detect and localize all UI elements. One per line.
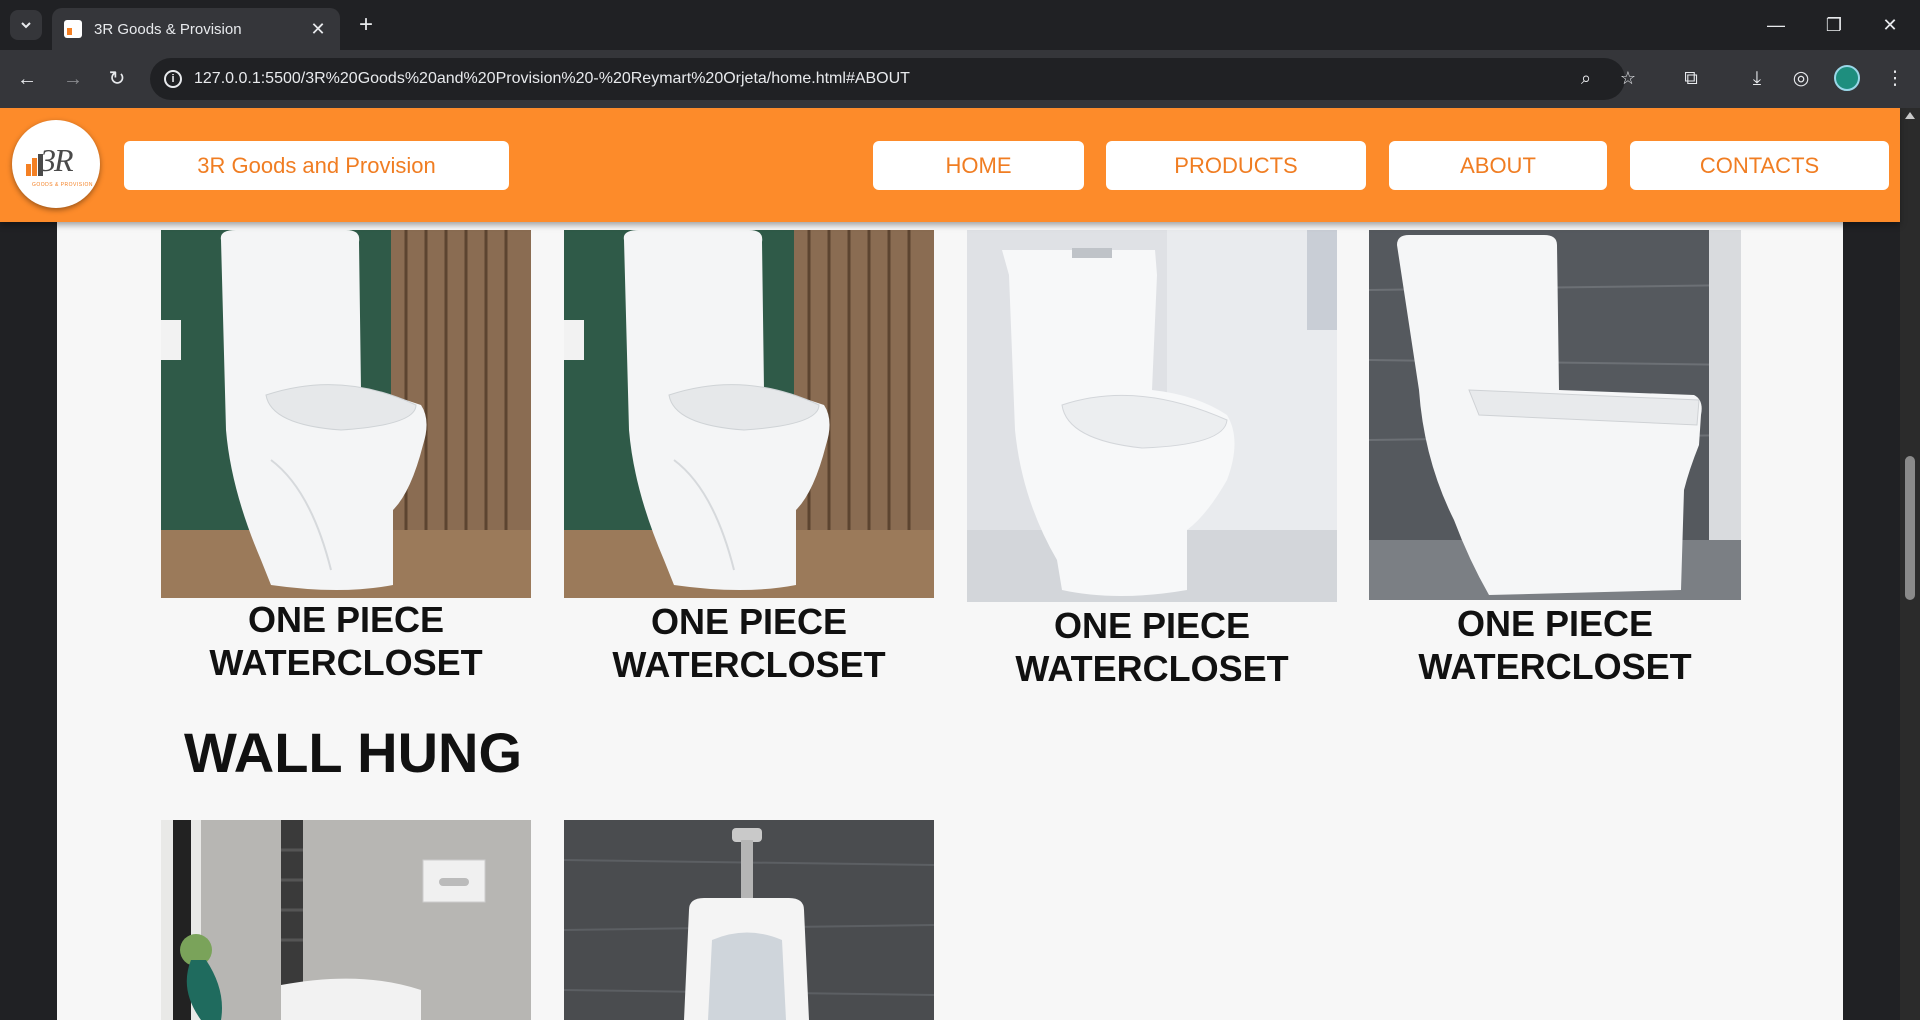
favicon-icon	[64, 20, 82, 38]
profile-avatar[interactable]	[1834, 65, 1860, 91]
tab-title: 3R Goods & Provision	[94, 20, 242, 38]
reload-icon[interactable]: ↻	[102, 64, 132, 94]
menu-icon[interactable]: ⋮	[1882, 66, 1908, 92]
product-caption: ONE PIECE WATERCLOSET	[967, 604, 1337, 690]
extensions-icon[interactable]: ⧉	[1678, 66, 1704, 92]
product-card[interactable]: ONE PIECE WATERCLOSET	[564, 230, 934, 685]
product-image	[161, 230, 531, 598]
product-image	[564, 230, 934, 598]
nav-contacts[interactable]: CONTACTS	[1630, 141, 1889, 190]
product-image	[967, 230, 1337, 602]
site-header: 3R GOODS & PROVISION 3R Goods and Provis…	[0, 108, 1900, 222]
product-image	[1369, 230, 1741, 600]
browser-tab[interactable]: 3R Goods & Provision ✕	[52, 8, 340, 50]
url-text[interactable]: 127.0.0.1:5500/3R%20Goods%20and%20Provis…	[194, 70, 910, 88]
nav-about[interactable]: ABOUT	[1389, 141, 1607, 190]
close-window-icon[interactable]: ✕	[1870, 10, 1910, 40]
logo-subtext: GOODS & PROVISION	[32, 182, 94, 188]
logo-text: 3R	[40, 142, 74, 178]
page-content: ONE PIECE WATERCLOSET ONE PIECE WATERCLO…	[0, 108, 1900, 1020]
product-image	[161, 820, 531, 1020]
scroll-up-arrow-icon[interactable]	[1905, 112, 1915, 119]
zoom-icon[interactable]: ⌕	[1574, 68, 1598, 90]
download-icon[interactable]: ⤓	[1744, 66, 1770, 92]
section-title: WALL HUNG	[184, 721, 523, 784]
caption-line: WATERCLOSET	[1015, 648, 1289, 689]
chevron-down-icon	[21, 22, 31, 29]
product-card[interactable]: ONE PIECE WATERCLOSET	[161, 230, 531, 683]
tab-search-button[interactable]	[10, 10, 42, 40]
browser-titlebar: 3R Goods & Provision ✕ + — ❐ ✕	[0, 0, 1920, 50]
site-info-icon[interactable]: i	[164, 70, 182, 88]
product-image	[564, 820, 934, 1020]
back-icon[interactable]: ←	[12, 64, 42, 94]
caption-line: ONE PIECE	[1053, 605, 1251, 646]
product-caption: ONE PIECE WATERCLOSET	[564, 600, 934, 686]
caption-line: ONE PIECE	[1456, 603, 1654, 644]
performance-icon[interactable]: ◎	[1788, 66, 1814, 92]
caption-line: WATERCLOSET	[209, 642, 483, 683]
forward-icon[interactable]: →	[58, 64, 88, 94]
product-caption: ONE PIECE WATERCLOSET	[161, 598, 531, 684]
product-card[interactable]: ONE PIECE WATERCLOSET	[967, 230, 1337, 689]
bookmark-star-icon[interactable]: ☆	[1616, 68, 1640, 90]
address-bar[interactable]: i 127.0.0.1:5500/3R%20Goods%20and%20Prov…	[150, 58, 1636, 100]
product-card[interactable]	[161, 820, 531, 1020]
scrollbar-thumb[interactable]	[1905, 456, 1915, 600]
page-viewport: ONE PIECE WATERCLOSET ONE PIECE WATERCLO…	[0, 108, 1920, 1020]
new-tab-button[interactable]: +	[352, 12, 380, 40]
site-brand-button[interactable]: 3R Goods and Provision	[124, 141, 509, 190]
caption-line: ONE PIECE	[247, 599, 445, 640]
product-card[interactable]: ONE PIECE WATERCLOSET	[1369, 230, 1741, 687]
restore-icon[interactable]: ❐	[1814, 10, 1854, 40]
product-caption: ONE PIECE WATERCLOSET	[1369, 602, 1741, 688]
caption-line: WATERCLOSET	[1418, 646, 1692, 687]
caption-line: WATERCLOSET	[612, 644, 886, 685]
site-logo[interactable]: 3R GOODS & PROVISION	[12, 120, 100, 208]
nav-home[interactable]: HOME	[873, 141, 1084, 190]
minimize-icon[interactable]: —	[1756, 10, 1796, 40]
caption-line: ONE PIECE	[650, 601, 848, 642]
close-tab-icon[interactable]: ✕	[308, 19, 328, 40]
page-scrollbar[interactable]	[1900, 108, 1920, 1020]
browser-toolbar: ← → ↻ i 127.0.0.1:5500/3R%20Goods%20and%…	[0, 50, 1920, 108]
nav-products[interactable]: PRODUCTS	[1106, 141, 1366, 190]
product-card[interactable]	[564, 820, 934, 1020]
